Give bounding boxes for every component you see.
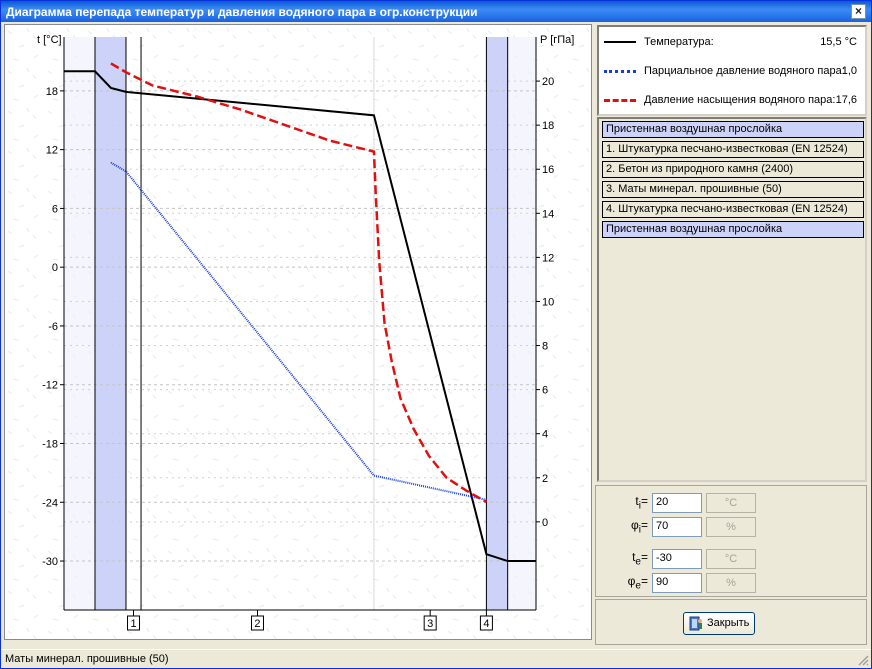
section-marker-label: 3 bbox=[427, 618, 433, 630]
right-tick-label: 20 bbox=[542, 76, 554, 88]
layer-item-4[interactable]: 4. Штукатурка песчано-известковая (EN 12… bbox=[602, 201, 864, 218]
right-tick-label: 16 bbox=[542, 164, 554, 176]
right-tick-label: 0 bbox=[542, 517, 548, 529]
phie-input[interactable]: 90 bbox=[652, 573, 702, 593]
inner-room-zone bbox=[64, 37, 95, 610]
window-title: Диаграмма перепада температур и давления… bbox=[6, 5, 478, 19]
status-bar: Маты минерал. прошивные (50) bbox=[1, 649, 871, 668]
left-axis-label: t [°C] bbox=[37, 34, 62, 46]
left-tick-label: 6 bbox=[52, 203, 58, 215]
climate-inputs: ti= 20 °C φi= 70 % te= -30 °C φe= 90 % bbox=[595, 485, 867, 597]
outer-room-zone bbox=[507, 37, 536, 610]
layer-item-3[interactable]: 3. Маты минерал. прошивные (50) bbox=[602, 181, 864, 198]
phii-unit: % bbox=[706, 517, 756, 537]
left-tick-label: -6 bbox=[48, 321, 58, 333]
te-input[interactable]: -30 bbox=[652, 549, 702, 569]
legend-line-saturation-pressure bbox=[604, 99, 636, 102]
status-text: Маты минерал. прошивные (50) bbox=[5, 653, 169, 665]
right-tick-label: 12 bbox=[542, 252, 554, 264]
left-tick-label: -18 bbox=[42, 438, 58, 450]
legend-item-partial-pressure: Парциальное давление водяного пара: 1,0 bbox=[599, 62, 865, 82]
legend-item-saturation-pressure: Давление насыщения водяного пара: 17,6 bbox=[599, 91, 865, 111]
left-tick-label: 12 bbox=[46, 145, 58, 157]
right-tick-label: 6 bbox=[542, 385, 548, 397]
phii-label: φi= bbox=[630, 518, 648, 536]
close-icon[interactable]: × bbox=[851, 4, 866, 19]
layer-item-2[interactable]: 2. Бетон из природного камня (2400) bbox=[602, 161, 864, 178]
section-marker-label: 2 bbox=[254, 618, 260, 630]
section-marker-label: 1 bbox=[130, 618, 136, 630]
right-tick-label: 4 bbox=[542, 429, 548, 441]
right-tick-label: 2 bbox=[542, 473, 548, 485]
left-tick-label: -24 bbox=[42, 497, 58, 509]
door-exit-icon bbox=[689, 616, 702, 631]
phii-input[interactable]: 70 bbox=[652, 517, 702, 537]
phie-label: φe= bbox=[627, 574, 648, 592]
section-marker-label: 4 bbox=[483, 618, 489, 630]
resize-grip-icon[interactable] bbox=[857, 654, 869, 666]
left-tick-label: 18 bbox=[46, 86, 58, 98]
layer-item-outer-air[interactable]: Пристенная воздушная прослойка bbox=[602, 221, 864, 238]
phie-unit: % bbox=[706, 573, 756, 593]
te-label: te= bbox=[632, 550, 648, 568]
right-tick-label: 18 bbox=[542, 120, 554, 132]
left-tick-label: -30 bbox=[42, 556, 58, 568]
legend-label: Температура: bbox=[644, 36, 714, 48]
legend-label: Давление насыщения водяного пара: bbox=[644, 94, 836, 106]
te-unit: °C bbox=[706, 549, 756, 569]
legend-line-partial-pressure bbox=[604, 70, 636, 73]
right-axis-label: P [гПа] bbox=[540, 34, 574, 46]
legend-value: 15,5 °C bbox=[820, 36, 857, 48]
legend-item-temperature: Температура: 15,5 °C bbox=[599, 33, 865, 53]
outer-air-layer-band bbox=[486, 37, 508, 610]
left-tick-label: -12 bbox=[42, 380, 58, 392]
legend-value: 17,6 bbox=[835, 94, 857, 106]
right-tick-label: 14 bbox=[542, 208, 554, 220]
legend-value: 1,0 bbox=[841, 65, 857, 77]
ti-input[interactable]: 20 bbox=[652, 493, 702, 513]
dialog-window: Диаграмма перепада температур и давления… bbox=[0, 0, 872, 669]
diagram-chart: 181260-6-12-18-24-3020181614121086420 t … bbox=[5, 25, 591, 639]
layer-item-inner-air[interactable]: Пристенная воздушная прослойка bbox=[602, 121, 864, 138]
diagram-panel: 18 12 6 0 -6 -12 -18 -24 -30 20 18 16 14 12 10 8 6 4 2 0 t … bbox=[4, 24, 592, 640]
left-tick-label: 0 bbox=[52, 262, 58, 274]
close-button[interactable]: Закрыть bbox=[683, 612, 755, 635]
right-tick-label: 8 bbox=[542, 341, 548, 353]
layer-item-1[interactable]: 1. Штукатурка песчано-известковая (EN 12… bbox=[602, 141, 864, 158]
ti-unit: °C bbox=[706, 493, 756, 513]
close-button-label: Закрыть bbox=[707, 617, 750, 629]
inner-air-layer-band bbox=[94, 37, 126, 610]
legend: Температура: 15,5 °C Парциальное давлени… bbox=[597, 25, 867, 116]
title-bar[interactable]: Диаграмма перепада температур и давления… bbox=[1, 1, 871, 22]
layers-list: Пристенная воздушная прослойка 1. Штукат… bbox=[597, 117, 867, 482]
legend-label: Парциальное давление водяного пара: bbox=[644, 65, 845, 77]
right-tick-label: 10 bbox=[542, 296, 554, 308]
legend-line-temperature bbox=[604, 41, 636, 43]
button-panel: Закрыть bbox=[595, 599, 867, 645]
ti-label: ti= bbox=[635, 494, 648, 512]
